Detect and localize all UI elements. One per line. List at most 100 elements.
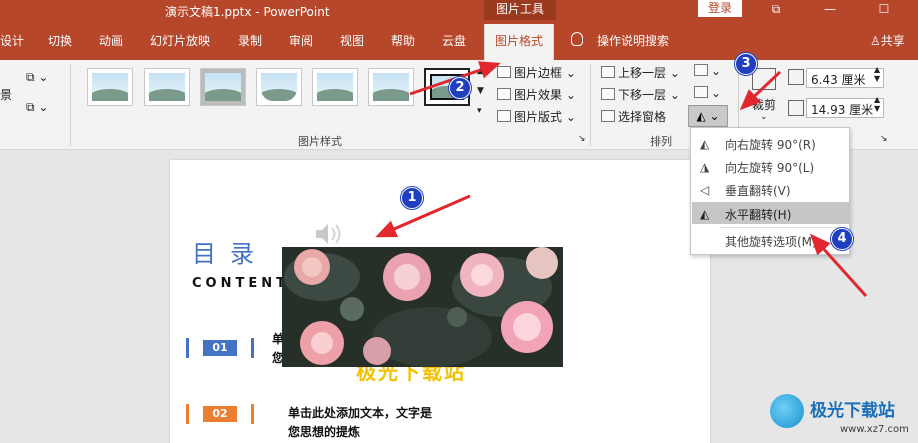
adjust-fragment[interactable]: 景	[0, 86, 12, 103]
share-label: 共享	[880, 34, 905, 48]
menu-item-flip-horizontal[interactable]: ◭ 水平翻转(H)	[692, 202, 849, 224]
picture-style-6[interactable]	[368, 68, 414, 106]
rotate-icon: ◭	[696, 109, 706, 123]
item-number-box: 01	[186, 338, 254, 358]
picture-style-1[interactable]	[87, 68, 133, 106]
crop-icon[interactable]	[752, 68, 776, 90]
login-button[interactable]: 登录	[698, 0, 742, 17]
menu-item-rotate-right[interactable]: ◭ 向右旋转 90°(R)	[692, 132, 849, 154]
picture-styles-group-label: 图片样式	[298, 135, 342, 148]
restore-ribbon-icon[interactable]: ⧉	[756, 0, 796, 20]
selection-pane-button[interactable]: 选择窗格	[601, 108, 666, 125]
selection-pane-label: 选择窗格	[618, 110, 667, 124]
width-icon	[788, 100, 804, 116]
group-separator	[590, 64, 591, 146]
picture-layout-button[interactable]: 图片版式 ⌄	[497, 108, 576, 125]
height-icon	[788, 69, 804, 85]
rotate-dropdown-menu: ◭ 向右旋转 90°(R) ◮ 向左旋转 90°(L) ◁ 垂直翻转(V) ◭ …	[690, 127, 850, 255]
menu-item-label: 垂直翻转(V)	[725, 184, 791, 198]
picture-style-3[interactable]	[200, 68, 246, 106]
tab-cloud[interactable]: 云盘	[442, 32, 466, 49]
tab-review[interactable]: 审阅	[289, 32, 313, 49]
picture-style-5[interactable]	[312, 68, 358, 106]
picture-border-button[interactable]: 图片边框 ⌄	[497, 64, 576, 81]
height-input[interactable]: 6.43 厘米	[806, 68, 884, 88]
maximize-button[interactable]: ☐	[864, 0, 904, 20]
watermark-logo-icon	[770, 394, 804, 428]
compress-picture-icon[interactable]: ⧉ ⌄	[26, 70, 48, 85]
send-backward-label: 下移一层	[618, 88, 667, 102]
picture-effects-button[interactable]: 图片效果 ⌄	[497, 86, 576, 103]
change-picture-icon[interactable]: ⧉ ⌄	[26, 100, 48, 115]
powerpoint-window: 演示文稿1.pptx - PowerPoint 图片工具 登录 ⧉ — ☐ 设计…	[0, 0, 918, 443]
width-input[interactable]: 14.93 厘米	[806, 98, 884, 118]
minimize-button[interactable]: —	[810, 0, 850, 20]
selection-pane-icon	[601, 110, 615, 122]
step-marker-2: 2	[449, 77, 471, 99]
picture-style-2[interactable]	[144, 68, 190, 106]
group-button[interactable]: ⌄	[694, 86, 721, 100]
align-button[interactable]: ⌄	[694, 64, 721, 78]
selected-roses-picture[interactable]	[282, 247, 563, 367]
tell-me-search[interactable]: 操作说明搜索	[597, 32, 669, 49]
tab-animations[interactable]: 动画	[99, 32, 123, 49]
item-number: 02	[203, 406, 237, 422]
gallery-scroll-up-icon[interactable]: ▲	[477, 66, 484, 76]
item2-text[interactable]: 单击此处添加文本，文字是 您思想的提炼	[288, 404, 432, 442]
menu-item-label: 向右旋转 90°(R)	[725, 138, 816, 152]
tab-design[interactable]: 设计	[0, 32, 24, 49]
picture-tools-context-label: 图片工具	[484, 0, 556, 20]
bring-forward-button[interactable]: 上移一层 ⌄	[601, 64, 680, 81]
picture-layout-label: 图片版式	[514, 110, 563, 124]
tab-transitions[interactable]: 切换	[48, 32, 72, 49]
gallery-scroll-down-icon[interactable]: ▼	[477, 86, 484, 96]
menu-item-rotate-left[interactable]: ◮ 向左旋转 90°(L)	[692, 155, 849, 177]
size-dialog-launcher-icon[interactable]: ↘	[880, 134, 888, 144]
menu-item-label: 其他旋转选项(M)...	[725, 235, 829, 249]
flip-vertical-icon: ◁	[700, 183, 710, 197]
rotate-button[interactable]: ◭ ⌄	[688, 105, 728, 127]
watermark-brand: 极光下载站	[810, 401, 895, 421]
person-icon: ♙	[870, 34, 881, 48]
audio-speaker-icon[interactable]	[314, 222, 348, 246]
height-spinner-icon[interactable]: ▲ ▼	[874, 65, 880, 83]
step-marker-3: 3	[735, 53, 757, 75]
watermark: 极光下载站 www.xz7.com	[770, 388, 918, 443]
rotate-right-icon: ◭	[700, 137, 710, 151]
send-backward-button[interactable]: 下移一层 ⌄	[601, 86, 680, 103]
flip-horizontal-icon: ◭	[700, 207, 710, 221]
menu-item-more-rotation-options[interactable]: 其他旋转选项(M)...	[692, 229, 849, 251]
crop-dropdown-icon[interactable]: ⌄	[760, 112, 768, 122]
group-separator	[70, 64, 71, 146]
item2-line2: 您思想的提炼	[288, 425, 361, 439]
send-backward-icon	[601, 88, 615, 100]
picture-border-label: 图片边框	[514, 66, 563, 80]
rotate-left-icon: ◮	[700, 160, 710, 174]
picture-style-4[interactable]	[256, 68, 302, 106]
slide-subtitle[interactable]: CONTENT	[192, 276, 289, 291]
menu-item-label: 向左旋转 90°(L)	[725, 161, 815, 175]
tab-help[interactable]: 帮助	[391, 32, 415, 49]
lightbulb-icon	[571, 32, 583, 46]
dialog-launcher-icon[interactable]: ↘	[578, 134, 586, 144]
layout-icon	[497, 110, 511, 122]
tab-record[interactable]: 录制	[238, 32, 262, 49]
tab-slideshow[interactable]: 幻灯片放映	[150, 32, 210, 49]
crop-button-label[interactable]: 裁剪	[752, 96, 776, 113]
step-marker-1: 1	[401, 187, 423, 209]
menu-separator	[719, 227, 845, 228]
width-spinner-icon[interactable]: ▲ ▼	[874, 95, 880, 113]
menu-item-flip-vertical[interactable]: ◁ 垂直翻转(V)	[692, 178, 849, 200]
gallery-more-icon[interactable]: ▾	[477, 106, 482, 116]
picture-effects-label: 图片效果	[514, 88, 563, 102]
share-button[interactable]: ♙共享	[870, 32, 905, 49]
bring-forward-icon	[601, 66, 615, 78]
border-icon	[497, 66, 511, 78]
tab-picture-format[interactable]: 图片格式	[484, 24, 555, 60]
group-icon	[694, 86, 708, 98]
watermark-url: www.xz7.com	[840, 424, 909, 435]
tab-view[interactable]: 视图	[340, 32, 364, 49]
bring-forward-label: 上移一层	[618, 66, 667, 80]
window-title: 演示文稿1.pptx - PowerPoint	[165, 5, 330, 19]
slide-title[interactable]: 目录	[192, 234, 268, 269]
